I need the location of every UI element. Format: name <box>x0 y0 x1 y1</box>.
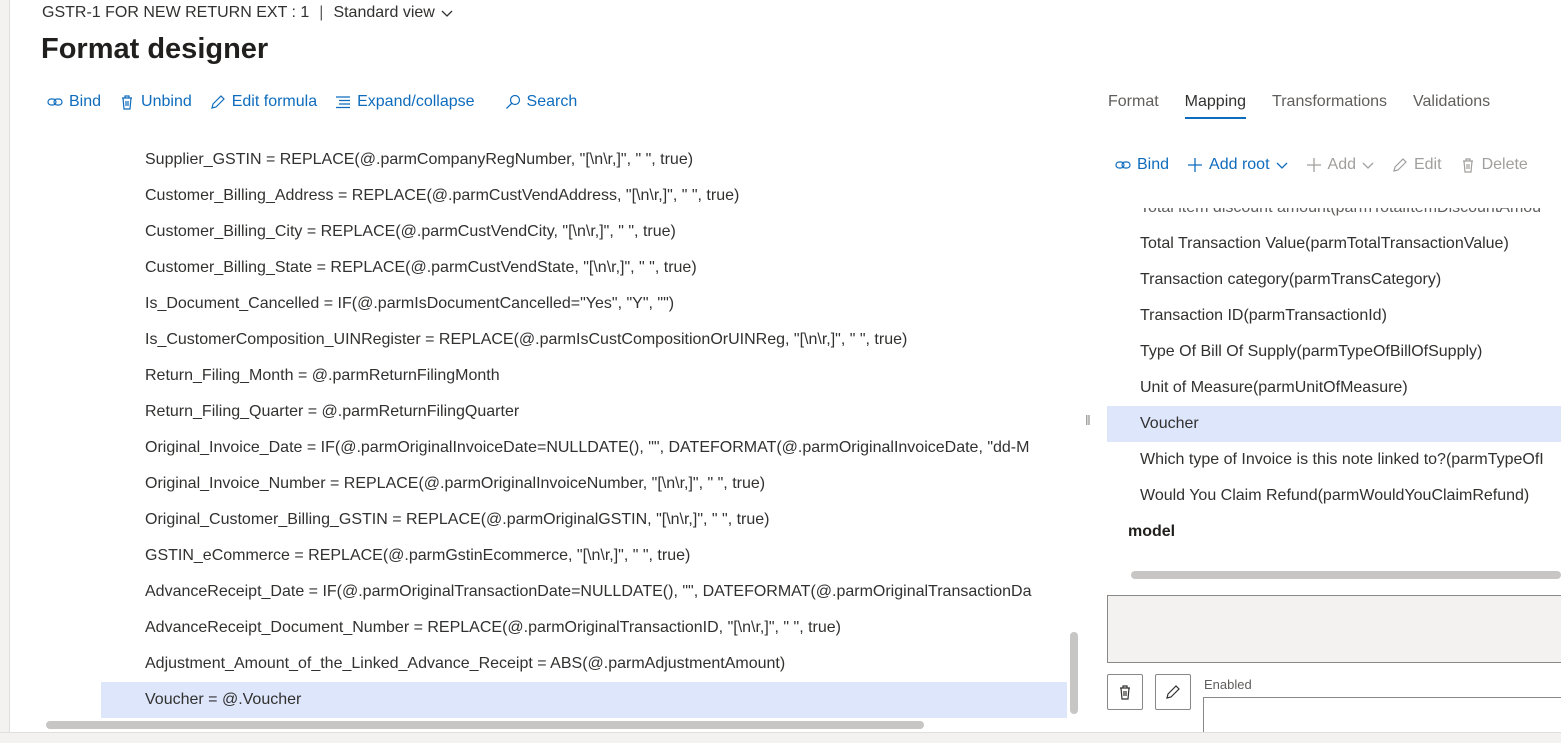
add-root-button[interactable]: Add root <box>1187 156 1287 174</box>
edit-button[interactable]: Edit <box>1392 156 1442 174</box>
bind-button[interactable]: Bind <box>47 93 101 111</box>
unbind-label: Unbind <box>141 93 192 110</box>
tree-node[interactable]: Customer_Billing_City = REPLACE(@.parmCu… <box>101 214 1067 250</box>
tree-node-selected[interactable]: Voucher = @.Voucher <box>101 682 1067 718</box>
mapping-bind-button[interactable]: Bind <box>1115 156 1169 174</box>
link-icon <box>47 98 63 106</box>
chevron-down-icon <box>441 10 453 17</box>
tree-node[interactable]: Customer_Billing_Address = REPLACE(@.par… <box>101 178 1067 214</box>
tree-node[interactable]: AdvanceReceipt_Date = IF(@.parmOriginalT… <box>101 574 1067 610</box>
model-node[interactable]: Would You Claim Refund(parmWouldYouClaim… <box>1107 478 1561 514</box>
model-node[interactable]: Unit of Measure(parmUnitOfMeasure) <box>1107 370 1561 406</box>
tree-node[interactable]: Original_Invoice_Number = REPLACE(@.parm… <box>101 466 1067 502</box>
mapping-bind-label: Bind <box>1137 156 1170 173</box>
tree-node[interactable]: AdvanceReceipt_Document_Number = REPLACE… <box>101 610 1067 646</box>
left-nav-strip <box>0 0 10 742</box>
enabled-label: Enabled <box>1204 677 1252 692</box>
pane-splitter[interactable]: ‖ <box>1085 412 1091 428</box>
delete-button[interactable]: Delete <box>1460 156 1528 174</box>
tree-node[interactable]: Original_Invoice_Date = IF(@.parmOrigina… <box>101 430 1067 466</box>
view-selector-label: Standard view <box>333 4 435 21</box>
tree-node[interactable]: Is_Document_Cancelled = IF(@.parmIsDocum… <box>101 286 1067 322</box>
breadcrumb-separator: | <box>319 4 324 21</box>
mapping-toolbar: Bind Add root Add Edit Delete <box>1115 156 1546 174</box>
delete-binding-button[interactable] <box>1107 674 1143 710</box>
tab-validations[interactable]: Validations <box>1413 93 1490 119</box>
plus-icon <box>1306 158 1321 172</box>
binding-description-field[interactable] <box>1107 595 1561 663</box>
model-node[interactable]: Total Transaction Value(parmTotalTransac… <box>1107 226 1561 262</box>
model-node[interactable]: Which type of Invoice is this note linke… <box>1107 442 1561 478</box>
data-model-horizontal-scrollbar[interactable] <box>1131 571 1561 579</box>
list-icon <box>336 96 351 109</box>
tab-mapping[interactable]: Mapping <box>1184 93 1247 119</box>
format-tree: Supplier_GSTIN = REPLACE(@.parmCompanyRe… <box>101 142 1067 718</box>
designer-tabs: Format Mapping Transformations Validatio… <box>1108 93 1516 119</box>
edit-formula-label: Edit formula <box>231 93 318 110</box>
link-icon <box>1115 161 1131 169</box>
status-bar <box>0 732 1561 743</box>
model-node[interactable]: Transaction category(parmTransCategory) <box>1107 262 1561 298</box>
format-tree-horizontal-scrollbar[interactable] <box>46 721 924 729</box>
format-tree-vertical-scrollbar[interactable] <box>1070 632 1078 714</box>
chevron-down-icon <box>1276 162 1287 169</box>
tree-node[interactable]: Is_CustomerComposition_UINRegister = REP… <box>101 322 1067 358</box>
breadcrumb-entity: GSTR-1 FOR NEW RETURN EXT : 1 <box>42 4 310 21</box>
tree-node[interactable]: Customer_Billing_State = REPLACE(@.parmC… <box>101 250 1067 286</box>
unbind-button[interactable]: Unbind <box>119 93 192 111</box>
expand-collapse-button[interactable]: Expand/collapse <box>335 93 475 111</box>
pencil-icon <box>210 95 225 109</box>
chevron-down-icon <box>1362 162 1374 169</box>
add-root-label: Add root <box>1209 156 1270 173</box>
pencil-icon <box>1393 158 1407 172</box>
model-node[interactable]: Type Of Bill Of Supply(parmTypeOfBillOfS… <box>1107 334 1561 370</box>
add-label: Add <box>1327 156 1356 173</box>
view-selector[interactable]: Standard view <box>333 4 453 22</box>
tree-node[interactable]: Return_Filing_Quarter = @.parmReturnFili… <box>101 394 1067 430</box>
trash-icon <box>122 95 133 110</box>
edit-formula-button[interactable]: Edit formula <box>210 93 317 111</box>
model-node-selected[interactable]: Voucher <box>1107 406 1561 442</box>
tree-node[interactable]: GSTIN_eCommerce = REPLACE(@.parmGstinEco… <box>101 538 1067 574</box>
edit-label: Edit <box>1413 156 1442 173</box>
pencil-icon <box>1166 685 1180 699</box>
trash-icon <box>1120 685 1130 700</box>
enabled-field[interactable] <box>1203 697 1561 737</box>
expand-collapse-label: Expand/collapse <box>357 93 475 110</box>
edit-binding-button[interactable] <box>1155 674 1191 710</box>
plus-icon <box>1188 158 1203 172</box>
tab-format[interactable]: Format <box>1108 93 1159 119</box>
model-node[interactable]: Transaction ID(parmTransactionId) <box>1107 298 1561 334</box>
tree-node[interactable]: Original_Customer_Billing_GSTIN = REPLAC… <box>101 502 1067 538</box>
model-node[interactable]: Total item discount amount(parmTotalItem… <box>1107 208 1561 226</box>
model-root-node[interactable]: model <box>1107 514 1561 550</box>
tree-node[interactable]: Adjustment_Amount_of_the_Linked_Advance_… <box>101 646 1067 682</box>
breadcrumb: GSTR-1 FOR NEW RETURN EXT : 1 | Standard… <box>42 4 453 22</box>
tab-transformations[interactable]: Transformations <box>1272 93 1387 119</box>
search-label: Search <box>526 93 578 110</box>
tree-node[interactable]: Return_Filing_Month = @.parmReturnFiling… <box>101 358 1067 394</box>
search-button[interactable]: Search <box>505 93 578 111</box>
trash-icon <box>1462 158 1473 173</box>
data-model-tree: Total item discount amount(parmTotalItem… <box>1107 208 1561 568</box>
tree-node[interactable]: Supplier_GSTIN = REPLACE(@.parmCompanyRe… <box>101 142 1067 178</box>
delete-label: Delete <box>1481 156 1528 173</box>
page-title: Format designer <box>41 33 269 65</box>
format-toolbar: Bind Unbind Edit formula Expand/collapse… <box>47 93 595 111</box>
bind-label: Bind <box>69 93 102 110</box>
search-icon <box>505 94 520 109</box>
add-button[interactable]: Add <box>1306 156 1374 174</box>
